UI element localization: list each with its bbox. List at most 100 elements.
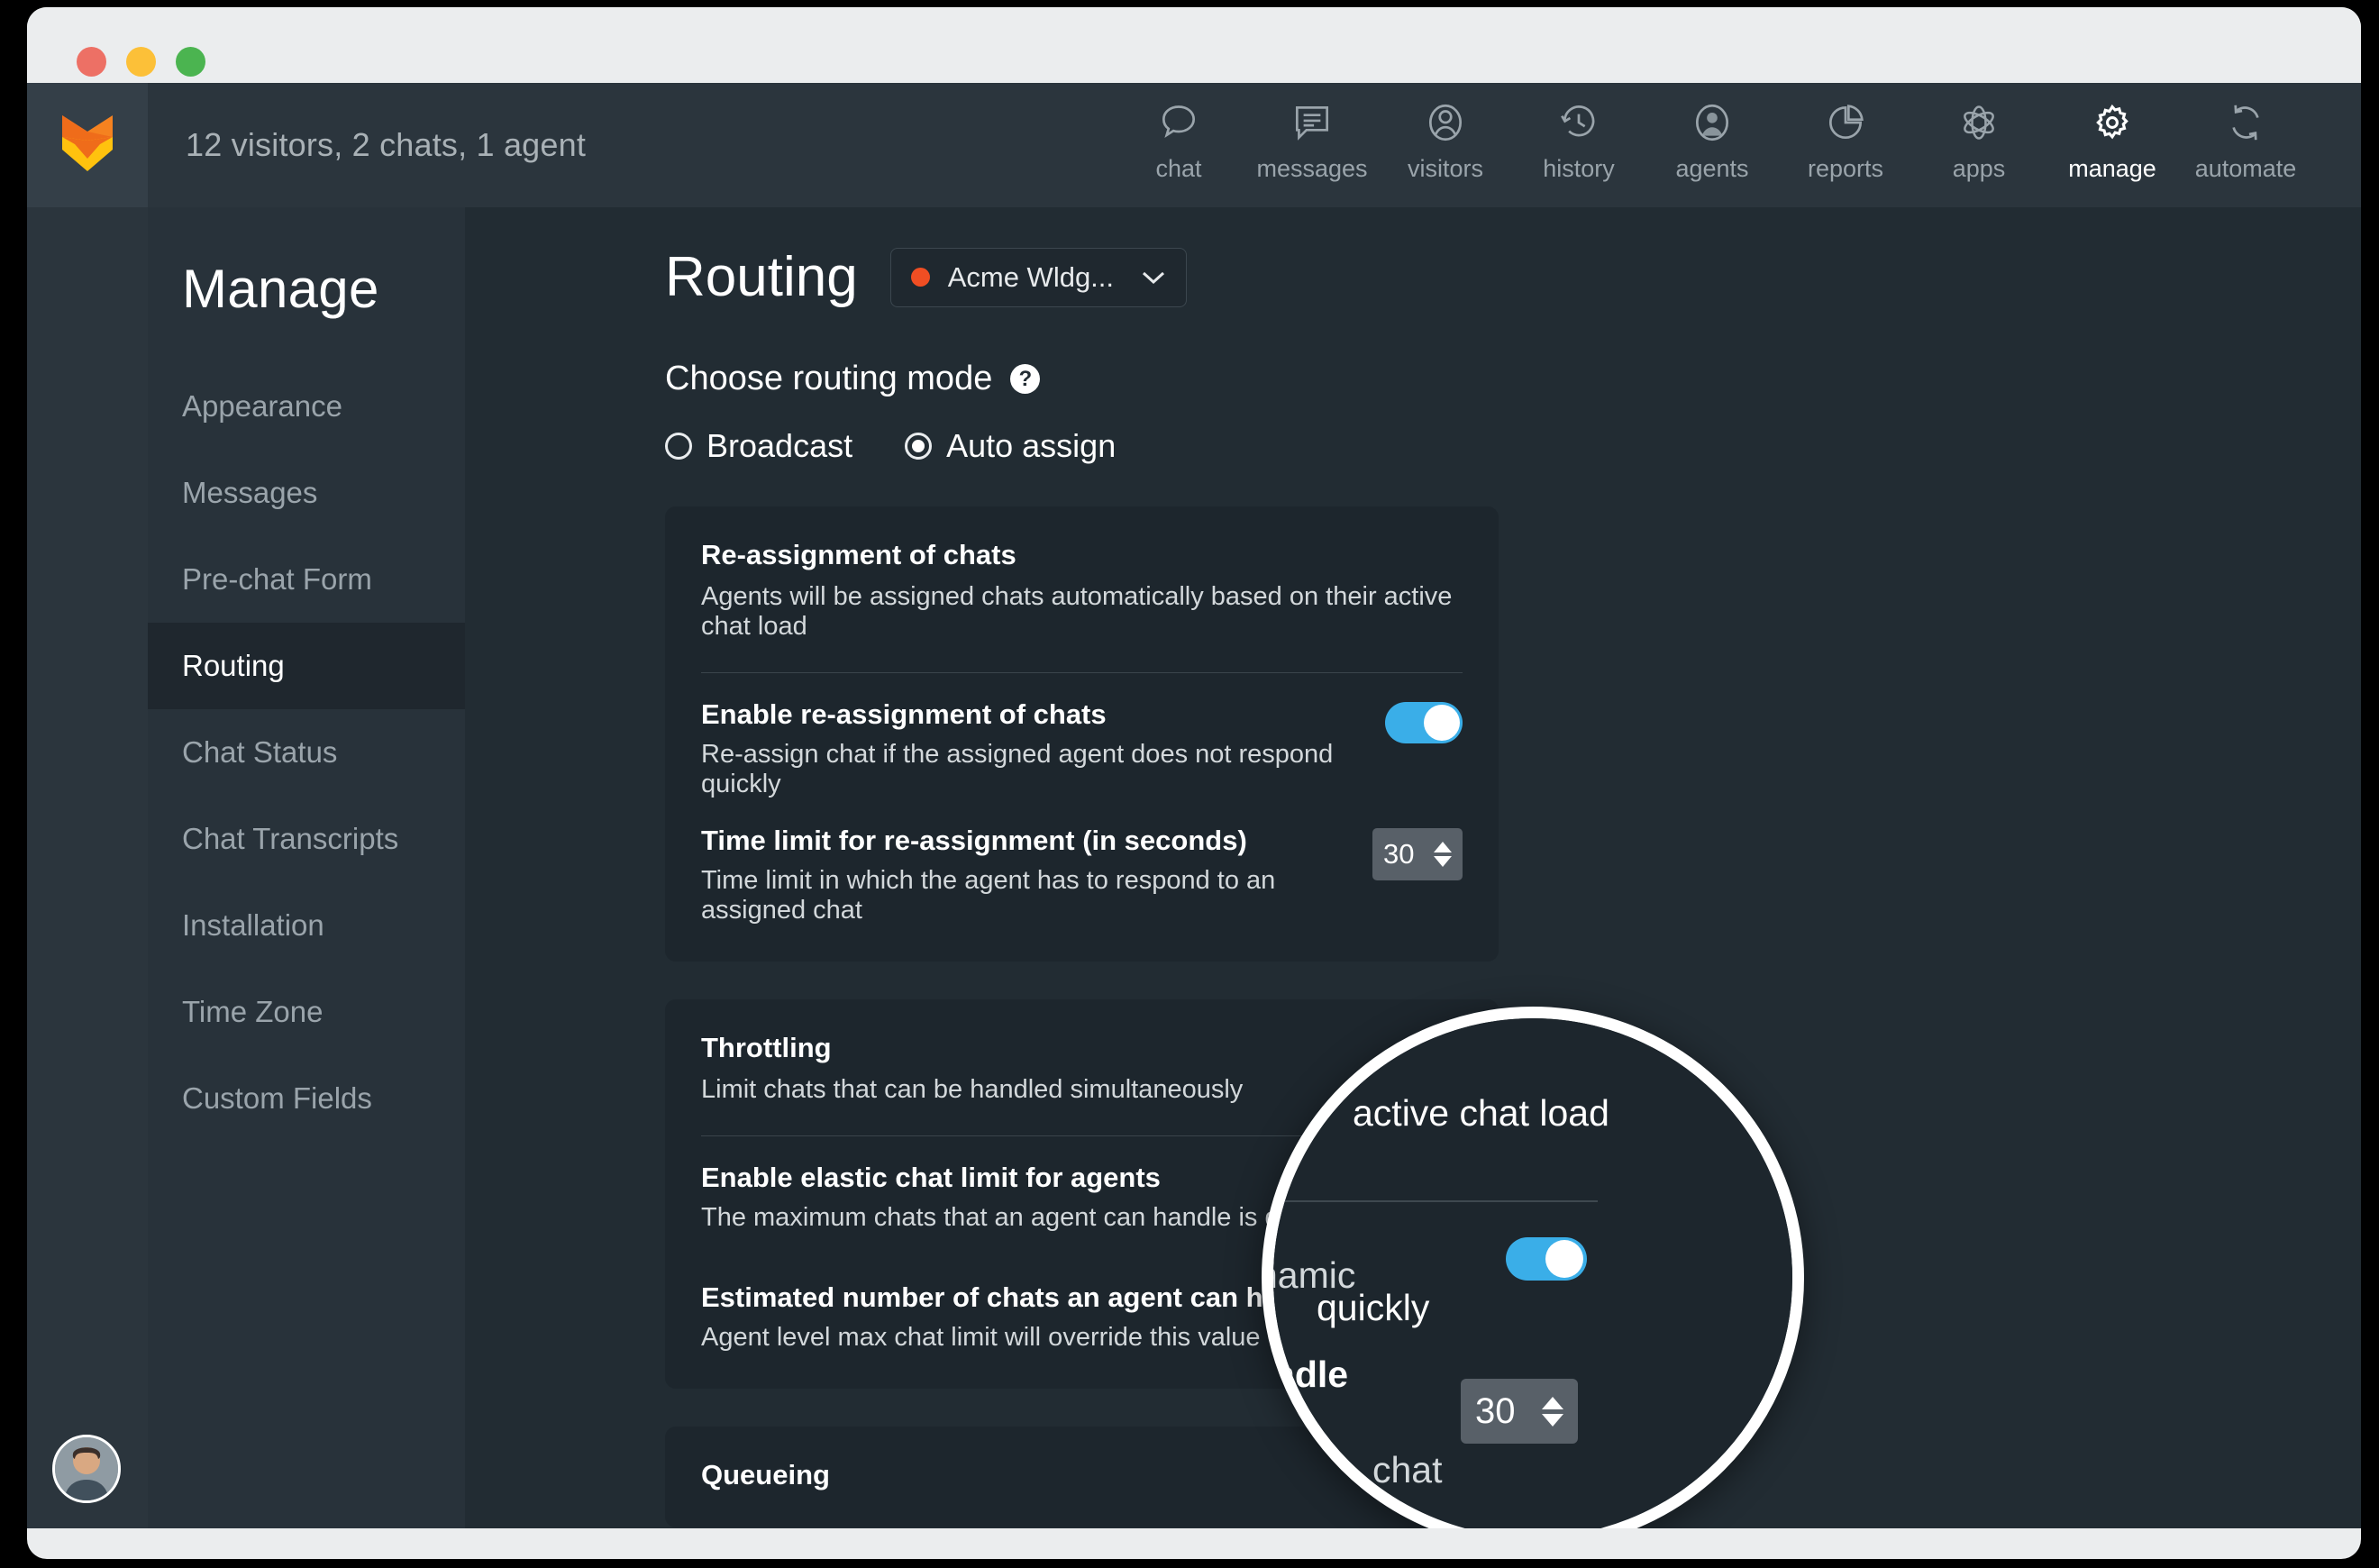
routing-mode-label: Choose routing mode (665, 360, 993, 397)
chevron-down-icon (1141, 269, 1166, 286)
page-title: Routing (665, 246, 858, 308)
sidebar-title: Manage (182, 259, 379, 319)
radio-label: Auto assign (946, 427, 1117, 464)
sidebar-item-label: Installation (182, 908, 324, 942)
left-rail (27, 207, 148, 1528)
nav-label: messages (1256, 155, 1368, 182)
spinner-time-limit[interactable]: 30 (1372, 828, 1463, 880)
nav-item-chat[interactable]: chat (1112, 96, 1245, 183)
magnified-spinner-arrows-icon[interactable] (1542, 1396, 1563, 1427)
radio-option-broadcast[interactable]: Broadcast (665, 427, 852, 465)
nav-label: reports (1807, 155, 1884, 182)
gear-icon (2090, 96, 2135, 150)
card-re-assignment: Re-assignment of chats Agents will be as… (665, 506, 1499, 962)
spinner-value: 30 (1383, 838, 1415, 870)
sidebar-item-installation[interactable]: Installation (148, 882, 465, 969)
main-nav: chat messages visitors history agents re… (1112, 83, 2361, 207)
history-clock-icon (1556, 96, 1601, 150)
magnifier-content: active chat load namic quickly andle 30 … (1273, 1018, 1792, 1528)
magnified-text-handle: andle (1272, 1354, 1349, 1395)
nav-item-manage[interactable]: manage (2046, 96, 2179, 183)
messages-icon (1290, 96, 1335, 150)
magnifier-loupe: active chat load namic quickly andle 30 … (1262, 1007, 1804, 1528)
sidebar-item-chat-transcripts[interactable]: Chat Transcripts (148, 796, 465, 882)
window-maximize-button[interactable] (176, 47, 205, 77)
site-selector-value: Acme Wldg... (947, 260, 1115, 293)
routing-mode-radio-group: Broadcast Auto assign (465, 398, 2361, 465)
setting-row-time-limit: Time limit for re-assignment (in seconds… (701, 825, 1463, 925)
sidebar-item-time-zone[interactable]: Time Zone (148, 969, 465, 1055)
manage-sidebar: Manage Appearance Messages Pre-chat Form… (148, 207, 465, 1528)
sidebar-item-routing[interactable]: Routing (148, 623, 465, 709)
nav-item-history[interactable]: history (1512, 96, 1645, 183)
visitor-status-text: 12 visitors, 2 chats, 1 agent (186, 126, 587, 163)
magnified-spinner-value: 30 (1475, 1390, 1516, 1431)
magnified-divider (1273, 1200, 1598, 1202)
sidebar-item-chat-status[interactable]: Chat Status (148, 709, 465, 796)
nav-label: apps (1952, 155, 2006, 182)
nav-item-messages[interactable]: messages (1245, 96, 1379, 183)
logo-cell[interactable] (27, 83, 148, 207)
routing-mode-header: Choose routing mode ? (465, 309, 2361, 398)
pie-chart-icon (1823, 96, 1868, 150)
application-root: 12 visitors, 2 chats, 1 agent chat messa… (27, 83, 2361, 1528)
site-status-dot (910, 268, 930, 287)
nav-item-visitors[interactable]: visitors (1379, 96, 1512, 183)
chat-bubble-icon (1156, 96, 1201, 150)
refresh-cycle-icon (2223, 96, 2268, 150)
sidebar-list: Appearance Messages Pre-chat Form Routin… (148, 363, 465, 1142)
sidebar-item-label: Appearance (182, 389, 342, 423)
radio-label: Broadcast (706, 427, 853, 464)
magnified-toggle[interactable] (1506, 1237, 1587, 1281)
help-icon[interactable]: ? (1010, 364, 1041, 394)
sidebar-item-label: Chat Status (182, 735, 338, 769)
atom-apps-icon (1956, 96, 2001, 150)
sidebar-item-label: Custom Fields (182, 1081, 372, 1115)
nav-label: manage (2068, 155, 2156, 182)
top-navigation-bar: 12 visitors, 2 chats, 1 agent chat messa… (27, 83, 2361, 207)
divider (701, 672, 1463, 673)
radio-option-auto-assign[interactable]: Auto assign (905, 427, 1116, 465)
row-title: Enable re-assignment of chats (701, 698, 1107, 730)
window-minimize-button[interactable] (126, 47, 156, 77)
nav-item-reports[interactable]: reports (1779, 96, 1912, 183)
row-title: Time limit for re-assignment (in seconds… (701, 825, 1247, 856)
nav-label: agents (1675, 155, 1749, 182)
card-subtitle: Agents will be assigned chats automatica… (701, 582, 1453, 641)
sidebar-item-pre-chat-form[interactable]: Pre-chat Form (148, 536, 465, 623)
magnified-text-active-chat-load: active chat load (1353, 1092, 1609, 1134)
row-subtitle: Re-assign chat if the assigned agent doe… (701, 740, 1334, 798)
sidebar-item-label: Pre-chat Form (182, 562, 372, 596)
sidebar-item-appearance[interactable]: Appearance (148, 363, 465, 450)
agent-icon (1690, 96, 1735, 150)
page-header: Routing Acme Wldg... (465, 207, 2361, 309)
spinner-arrows-icon[interactable] (1434, 842, 1452, 867)
sidebar-item-label: Messages (182, 476, 318, 509)
sidebar-item-label: Routing (182, 649, 285, 682)
nav-label: automate (2194, 155, 2297, 182)
app-window: 12 visitors, 2 chats, 1 agent chat messa… (27, 7, 2361, 1559)
row-subtitle: Time limit in which the agent has to res… (701, 866, 1276, 925)
radio-mark (665, 433, 692, 460)
nav-item-agents[interactable]: agents (1645, 96, 1779, 183)
avatar[interactable] (52, 1435, 121, 1503)
radio-mark (905, 433, 933, 460)
nav-label: visitors (1407, 155, 1483, 182)
window-close-button[interactable] (77, 47, 106, 77)
sidebar-item-messages[interactable]: Messages (148, 450, 465, 536)
nav-label: history (1543, 155, 1615, 182)
magnified-text-chat: chat (1372, 1449, 1443, 1491)
window-titlebar (27, 7, 2361, 83)
nav-item-apps[interactable]: apps (1912, 96, 2046, 183)
fox-logo (60, 114, 114, 178)
magnified-text-quickly: quickly (1317, 1287, 1430, 1328)
sidebar-item-label: Time Zone (182, 995, 324, 1028)
setting-row-enable-reassignment: Enable re-assignment of chats Re-assign … (701, 698, 1463, 799)
nav-item-automate[interactable]: automate (2179, 96, 2312, 183)
magnified-spinner[interactable]: 30 (1461, 1379, 1578, 1444)
card-title: Re-assignment of chats (701, 539, 1016, 570)
toggle-enable-reassignment[interactable] (1385, 702, 1463, 743)
sidebar-item-label: Chat Transcripts (182, 822, 399, 855)
sidebar-item-custom-fields[interactable]: Custom Fields (148, 1055, 465, 1142)
site-selector-dropdown[interactable]: Acme Wldg... (889, 247, 1188, 307)
